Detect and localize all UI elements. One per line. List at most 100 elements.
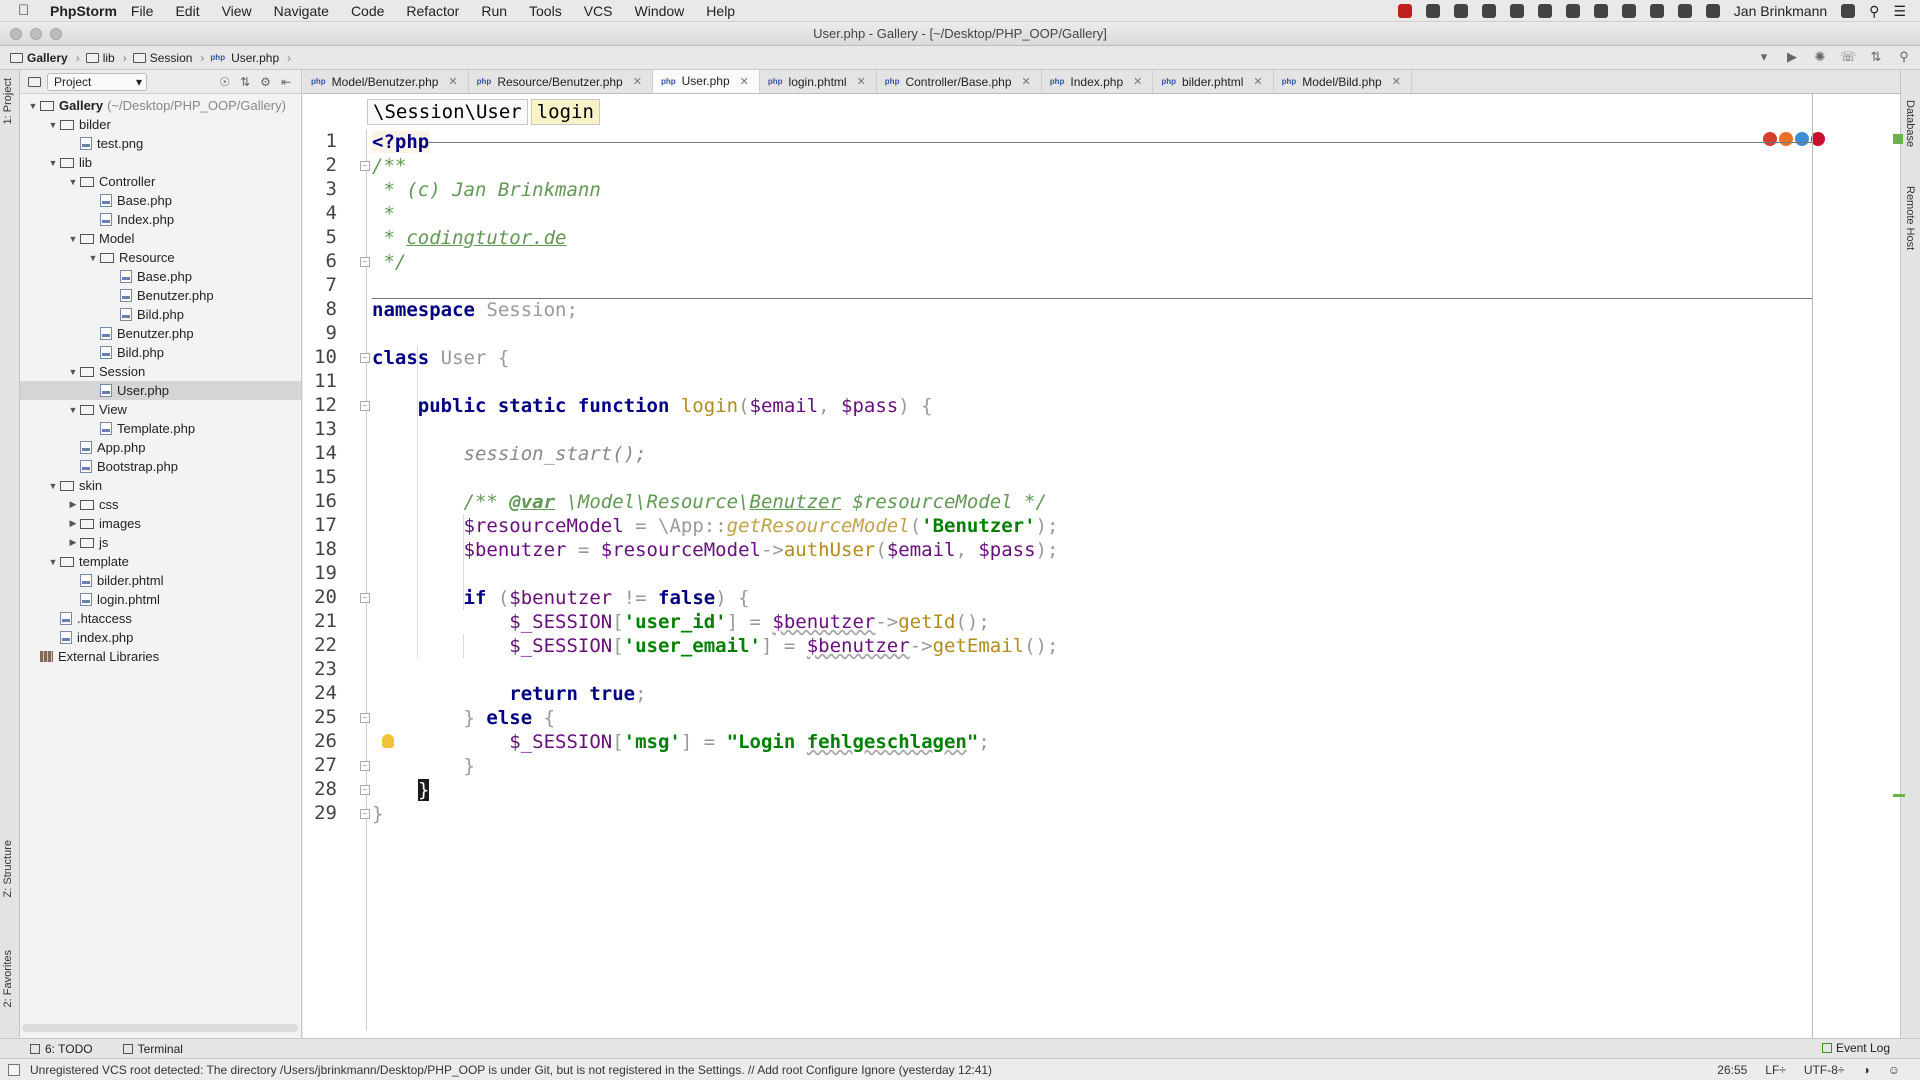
todo-tool-button[interactable]: 6: TODO [30,1042,93,1056]
record-icon[interactable] [1397,4,1412,18]
line-number-gutter[interactable]: 1 2 3 4 5 6 7 8 9 10 11 12 13 14 15 16 17 18 19 20 21 22 23 24 2… [303,130,370,1030]
chevron-down-icon[interactable]: ▼ [66,405,80,415]
code-area[interactable]: <?php /** * (c) Jan Brinkmann * * coding… [372,130,1812,1030]
fold-marker-icon[interactable]: − [360,593,370,603]
editor-tab[interactable]: php Index.php ✕ [1042,70,1154,93]
evernote-icon[interactable] [1593,4,1608,18]
menu-code[interactable]: Code [351,3,384,19]
editor-tab[interactable]: php bilder.phtml ✕ [1153,70,1274,93]
time-machine-icon[interactable] [1705,4,1720,18]
menu-help[interactable]: Help [706,3,735,19]
tree-folder[interactable]: ▼ bilder [20,115,301,134]
tree-file[interactable]: Bootstrap.php [20,457,301,476]
status-message[interactable]: Unregistered VCS root detected: The dire… [30,1063,1430,1077]
chevron-down-icon[interactable]: ▼ [66,177,80,187]
remote-host-tool-button[interactable]: Remote Host [1904,186,1916,250]
tree-file[interactable]: bilder.phtml [20,571,301,590]
editor-tab[interactable]: php Controller/Base.php ✕ [877,70,1042,93]
tree-file[interactable]: App.php [20,438,301,457]
opera-icon[interactable] [1811,132,1825,146]
tree-file[interactable]: index.php [20,628,301,647]
tree-file[interactable]: Benutzer.php [20,286,301,305]
nav-crumb-session[interactable]: Session › [132,51,204,65]
vcs-icon[interactable]: ⇅ [1868,49,1884,65]
user-name[interactable]: Jan Brinkmann [1734,3,1827,19]
lock-icon[interactable]: ◑ [1862,1063,1869,1077]
code-editor[interactable]: \Session\User login 1 2 3 4 5 6 7 8 9 10 11 12 13 14 1… [303,94,1905,1038]
editor-tab[interactable]: php Resource/Benutzer.php ✕ [469,70,653,93]
analysis-ok-icon[interactable] [1893,134,1903,144]
info-icon[interactable] [1509,4,1524,18]
zoom-window-button[interactable] [50,28,62,40]
chevron-down-icon[interactable]: ▼ [26,101,40,111]
collapse-icon[interactable]: ⇅ [240,75,250,89]
wifi-icon[interactable] [1621,4,1636,18]
app-menu[interactable]: PhpStorm [50,3,117,19]
scroll-marker[interactable] [1893,794,1905,797]
editor-tab[interactable]: php User.php ✕ [652,70,760,93]
locate-icon[interactable]: ☉ [219,75,230,89]
tree-file[interactable]: Template.php [20,419,301,438]
tree-file[interactable]: test.png [20,134,301,153]
caret-position[interactable]: 26:55 [1717,1063,1747,1077]
close-icon[interactable]: ✕ [1392,75,1401,88]
breadcrumb-class[interactable]: \Session\User [367,99,528,125]
bluetooth-icon[interactable] [1677,4,1692,18]
hide-icon[interactable]: ⇤ [281,75,291,89]
close-window-button[interactable] [10,28,22,40]
volume-icon[interactable] [1649,4,1664,18]
fold-marker-icon[interactable]: − [360,761,370,771]
menu-file[interactable]: File [131,3,154,19]
chevron-down-icon[interactable]: ▼ [46,120,60,130]
notification-center-icon[interactable]: ☰ [1893,3,1906,20]
close-icon[interactable]: ✕ [633,75,642,88]
project-scrollbar[interactable] [22,1024,298,1032]
tree-folder[interactable]: ▼ Controller [20,172,301,191]
menu-run[interactable]: Run [481,3,507,19]
menu-window[interactable]: Window [635,3,685,19]
chevron-down-icon[interactable]: ▼ [86,253,100,263]
tree-file[interactable]: User.php [20,381,301,400]
chevron-right-icon[interactable]: ▶ [66,537,80,548]
close-icon[interactable]: ✕ [1022,75,1031,88]
tree-folder[interactable]: ▶ images [20,514,301,533]
spotlight-icon[interactable]: ⚲ [1869,3,1879,20]
project-tool-button[interactable]: 1: Project [2,78,14,124]
chevron-down-icon[interactable]: ▼ [66,367,80,377]
menu-tools[interactable]: Tools [529,3,562,19]
database-tool-button[interactable]: Database [1904,100,1916,147]
structure-tool-button[interactable]: Z: Structure [2,840,14,897]
close-icon[interactable]: ✕ [448,75,457,88]
menu-edit[interactable]: Edit [175,3,199,19]
minimize-window-button[interactable] [30,28,42,40]
close-icon[interactable]: ✕ [1133,75,1142,88]
chevron-right-icon[interactable]: ▶ [66,499,80,510]
sync-icon[interactable] [1453,4,1468,18]
gear-icon[interactable]: ⚙ [260,75,271,89]
file-encoding[interactable]: UTF-8÷ [1804,1063,1845,1077]
terminal-tool-button[interactable]: Terminal [122,1042,183,1056]
fold-marker-icon[interactable]: − [360,257,370,267]
tree-file[interactable]: Bild.php [20,305,301,324]
fold-marker-icon[interactable]: − [360,401,370,411]
fold-marker-icon[interactable]: − [360,809,370,819]
run-config-dropdown[interactable]: ▾ [1756,49,1772,65]
line-separator[interactable]: LF÷ [1765,1063,1786,1077]
fold-marker-icon[interactable]: − [360,785,370,795]
tree-folder[interactable]: ▼ skin [20,476,301,495]
editor-tab[interactable]: php login.phtml ✕ [760,70,877,93]
chevron-down-icon[interactable]: ▼ [46,557,60,567]
nav-crumb-lib[interactable]: lib › [85,51,127,65]
menu-refactor[interactable]: Refactor [406,3,459,19]
editor-tab[interactable]: php Model/Benutzer.php ✕ [303,70,469,93]
chevron-down-icon[interactable]: ▼ [46,158,60,168]
close-icon[interactable]: ✕ [857,75,866,88]
tree-folder[interactable]: ▼ lib [20,153,301,172]
fold-marker-icon[interactable]: − [360,353,370,363]
tree-folder[interactable]: ▶ js [20,533,301,552]
listen-debug-icon[interactable]: ☏ [1840,49,1856,65]
tree-file[interactable]: Base.php [20,191,301,210]
code-link[interactable]: codingtutor.de [406,227,566,249]
user-icon[interactable] [1841,4,1856,18]
tree-file[interactable]: Base.php [20,267,301,286]
